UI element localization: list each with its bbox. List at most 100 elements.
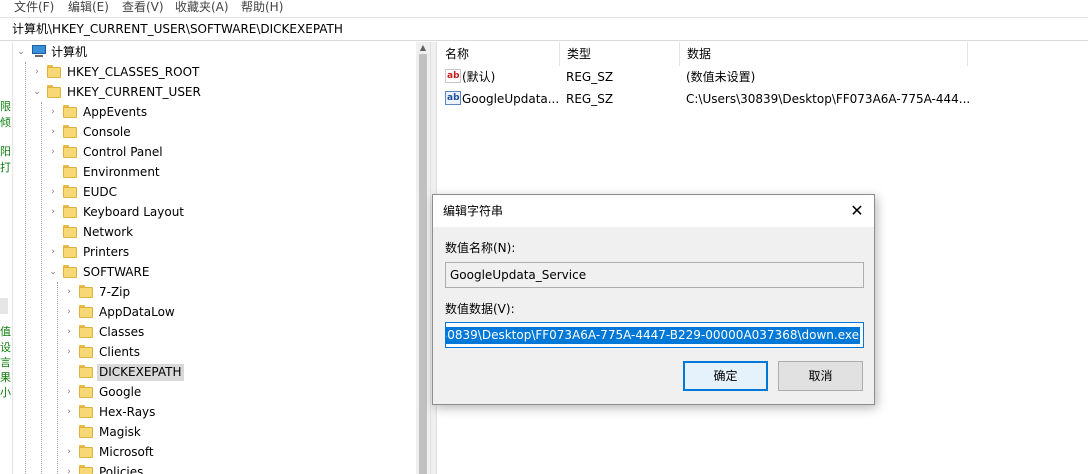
tree-node-label: Console: [83, 125, 131, 139]
background-window-strip: 限 倾 阳 打 值 设 言 果 小: [0, 42, 12, 474]
chevron-right-icon[interactable]: ›: [47, 146, 59, 158]
menu-bar: 文件(F) 编辑(E) 查看(V) 收藏夹(A) 帮助(H): [0, 0, 1088, 16]
menu-help[interactable]: 帮助(H): [241, 0, 283, 14]
tree-node-environment[interactable]: Environment: [47, 164, 287, 182]
folder-icon: [63, 165, 77, 178]
folder-icon: [63, 125, 77, 138]
tree-node-hex-rays[interactable]: › Hex-Rays: [63, 404, 283, 422]
menu-edit[interactable]: 编辑(E): [68, 0, 109, 14]
address-path[interactable]: 计算机\HKEY_CURRENT_USER\SOFTWARE\DICKEXEPA…: [12, 22, 343, 37]
strip-text: 小: [0, 386, 11, 399]
strip-text: 阳: [0, 145, 11, 158]
tree-node-software[interactable]: ⌄ SOFTWARE: [47, 264, 287, 282]
chevron-right-icon[interactable]: ›: [63, 446, 75, 458]
cancel-button[interactable]: 取消: [778, 361, 863, 391]
menu-file[interactable]: 文件(F): [14, 0, 54, 14]
column-header-data[interactable]: 数据: [680, 42, 968, 66]
tree-node-label: AppDataLow: [99, 305, 175, 319]
scroll-up-arrow-icon[interactable]: ▲: [419, 44, 427, 52]
tree-node-hkcr[interactable]: › HKEY_CLASSES_ROOT: [31, 64, 291, 82]
edit-string-dialog: 编辑字符串 ✕ 数值名称(N): GoogleUpdata_Service 数值…: [432, 194, 875, 405]
close-icon[interactable]: ✕: [842, 197, 872, 225]
tree-node-microsoft[interactable]: › Microsoft: [63, 444, 283, 462]
value-row[interactable]: ab GoogleUpdata... REG_SZ C:\Users\30839…: [438, 88, 1088, 110]
folder-icon: [79, 405, 93, 418]
tree-node-clients[interactable]: › Clients: [63, 344, 283, 362]
tree-node-label: Google: [99, 385, 142, 399]
tree-node-label: 7-Zip: [99, 285, 131, 299]
computer-icon: [31, 45, 47, 58]
tree-node-label: Clients: [99, 345, 140, 359]
folder-icon: [63, 145, 77, 158]
tree-node-computer[interactable]: ⌄ 计算机: [15, 44, 215, 62]
folder-icon: [63, 205, 77, 218]
tree-node-label: Network: [83, 225, 134, 239]
value-data-input[interactable]: s\30839\Desktop\FF073A6A-775A-4447-B229-…: [445, 322, 864, 348]
chevron-right-icon[interactable]: ›: [47, 246, 59, 258]
chevron-right-icon[interactable]: ›: [31, 66, 43, 78]
tree-node-printers[interactable]: › Printers: [47, 244, 287, 262]
tree-scrollbar-thumb[interactable]: [419, 54, 427, 474]
tree-node-label: Control Panel: [83, 145, 163, 159]
value-row[interactable]: ab (默认) REG_SZ (数值未设置): [438, 66, 1088, 88]
registry-tree[interactable]: ⌄ 计算机 › HKEY_CLASSES_ROOT ⌄ HKEY_CURRENT…: [12, 42, 428, 474]
column-header-name[interactable]: 名称: [438, 42, 560, 66]
tree-node-eudc[interactable]: › EUDC: [47, 184, 287, 202]
chevron-right-icon[interactable]: ›: [63, 406, 75, 418]
value-name-label: 数值名称(N):: [445, 241, 516, 255]
tree-node-appevents[interactable]: › AppEvents: [47, 104, 287, 122]
strip-scroll-mark: [0, 298, 8, 314]
chevron-down-icon[interactable]: ⌄: [47, 266, 59, 278]
chevron-right-icon[interactable]: ›: [63, 346, 75, 358]
chevron-right-icon[interactable]: ›: [63, 386, 75, 398]
chevron-right-icon[interactable]: ›: [47, 126, 59, 138]
chevron-right-icon[interactable]: ›: [63, 306, 75, 318]
tree-node-label: Printers: [83, 245, 130, 259]
tree-node-console[interactable]: › Console: [47, 124, 287, 142]
column-header-type[interactable]: 类型: [560, 42, 680, 66]
chevron-down-icon[interactable]: ⌄: [15, 46, 27, 58]
dialog-title: 编辑字符串: [443, 204, 504, 218]
tree-node-label: Magisk: [99, 425, 141, 439]
ok-button[interactable]: 确定: [683, 361, 768, 391]
tree-node-label: HKEY_CLASSES_ROOT: [67, 65, 200, 79]
folder-icon: [79, 465, 93, 474]
folder-icon: [47, 65, 61, 78]
tree-node-label: HKEY_CURRENT_USER: [67, 85, 201, 99]
chevron-right-icon[interactable]: ›: [63, 466, 75, 474]
tree-node-keyboard-layout[interactable]: › Keyboard Layout: [47, 204, 287, 222]
tree-scrollbar[interactable]: ▲: [416, 42, 430, 474]
folder-icon: [79, 345, 93, 358]
tree-node-network[interactable]: Network: [47, 224, 287, 242]
tree-node-7zip[interactable]: › 7-Zip: [63, 284, 283, 302]
tree-node-classes[interactable]: › Classes: [63, 324, 283, 342]
folder-icon: [63, 185, 77, 198]
tree-node-label: Microsoft: [99, 445, 154, 459]
tree-node-label: Environment: [83, 165, 160, 179]
folder-icon: [79, 305, 93, 318]
address-bar[interactable]: 计算机\HKEY_CURRENT_USER\SOFTWARE\DICKEXEPA…: [0, 17, 1088, 41]
tree-node-dickexepath[interactable]: DICKEXEPATH: [63, 364, 283, 382]
chevron-right-icon[interactable]: ›: [63, 286, 75, 298]
menu-view[interactable]: 查看(V): [122, 0, 164, 14]
tree-node-magisk[interactable]: Magisk: [63, 424, 283, 442]
chevron-down-icon[interactable]: ⌄: [31, 86, 43, 98]
chevron-right-icon[interactable]: ›: [47, 206, 59, 218]
tree-node-hkcu[interactable]: ⌄ HKEY_CURRENT_USER: [31, 84, 291, 102]
dialog-titlebar[interactable]: 编辑字符串 ✕: [433, 195, 874, 227]
tree-node-control-panel[interactable]: › Control Panel: [47, 144, 287, 162]
folder-icon: [79, 445, 93, 458]
value-type: REG_SZ: [566, 92, 614, 106]
tree-guide-line: [41, 102, 42, 474]
chevron-right-icon[interactable]: ›: [47, 186, 59, 198]
folder-icon: [63, 265, 77, 278]
chevron-right-icon[interactable]: ›: [63, 326, 75, 338]
tree-node-appdatalow[interactable]: › AppDataLow: [63, 304, 283, 322]
menu-favorites[interactable]: 收藏夹(A): [175, 0, 229, 14]
value-data-selected-text[interactable]: s\30839\Desktop\FF073A6A-775A-4447-B229-…: [446, 327, 860, 344]
tree-node-google[interactable]: › Google: [63, 384, 283, 402]
tree-node-policies[interactable]: › Policies: [63, 464, 283, 474]
tree-node-label: EUDC: [83, 185, 117, 199]
folder-icon: [47, 85, 61, 98]
chevron-right-icon[interactable]: ›: [47, 106, 59, 118]
